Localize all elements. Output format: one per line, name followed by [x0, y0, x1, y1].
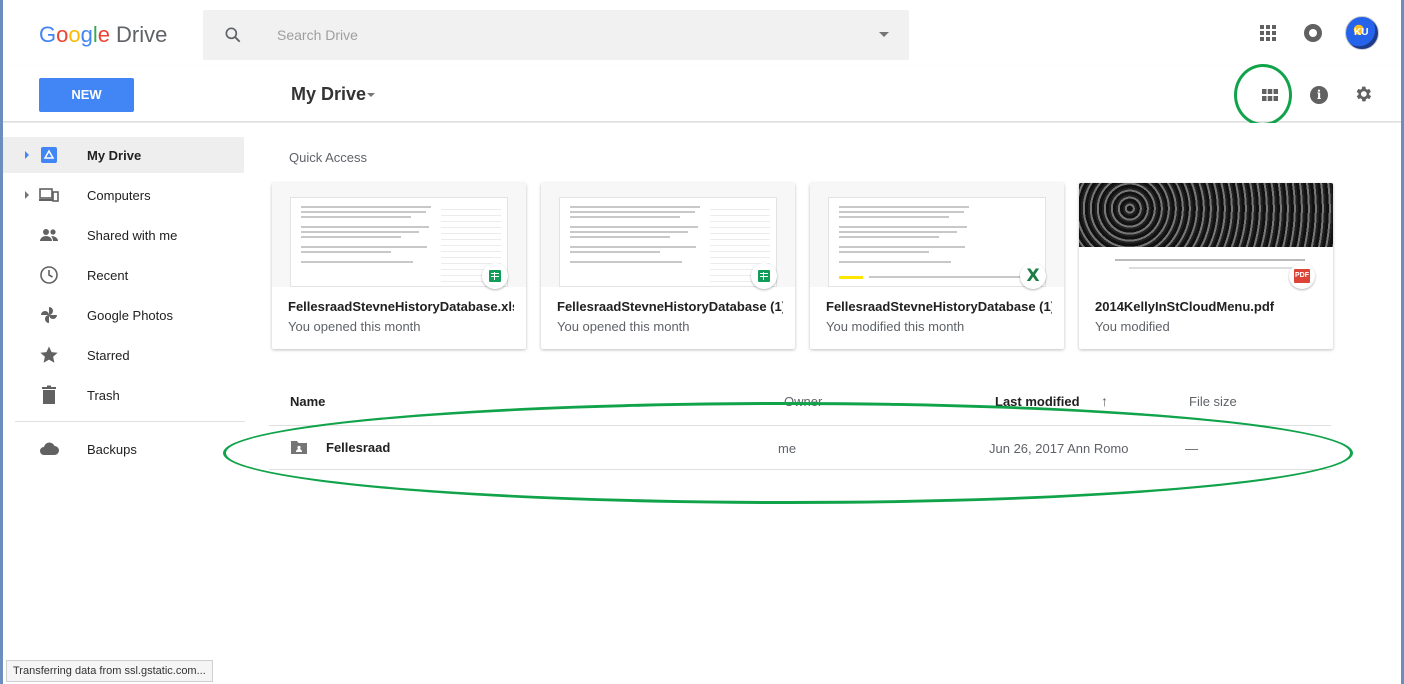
quick-access-card[interactable]: X FellesraadStevneHistoryDatabase (1)...…: [810, 183, 1064, 349]
drive-window: GoogleDrive Search Drive NEW My Drive i: [0, 0, 1404, 684]
pdf-icon: PDF: [1289, 263, 1315, 289]
sidebar-item-computers[interactable]: Computers: [3, 177, 244, 213]
chevron-down-icon[interactable]: [367, 93, 375, 97]
file-activity: You modified: [1095, 319, 1170, 334]
sidebar: My Drive Computers Shared with me Recent…: [3, 123, 269, 684]
drive-icon: [41, 147, 57, 163]
search-options-caret-icon[interactable]: [879, 32, 889, 37]
new-button[interactable]: NEW: [39, 78, 134, 112]
search-icon[interactable]: [223, 25, 243, 45]
quick-access-card[interactable]: PDF 2014KellyInStCloudMenu.pdf You modif…: [1079, 183, 1333, 349]
trash-icon: [42, 385, 56, 404]
search-bar[interactable]: Search Drive: [203, 10, 909, 60]
column-header-last-modified[interactable]: Last modified: [995, 394, 1080, 409]
search-input[interactable]: Search Drive: [277, 27, 358, 43]
file-name: FellesraadStevneHistoryDatabase (1)....: [557, 299, 783, 314]
sidebar-item-shared-with-me[interactable]: Shared with me: [3, 217, 244, 253]
expand-arrow-icon[interactable]: [25, 151, 29, 159]
main-content: Quick Access FellesraadStevneHistoryData…: [269, 123, 1401, 684]
sidebar-item-recent[interactable]: Recent: [3, 257, 244, 293]
cloud-icon: [40, 442, 59, 455]
column-header-owner[interactable]: Owner: [784, 394, 822, 409]
file-activity: You modified this month: [826, 319, 965, 334]
file-activity: You opened this month: [288, 319, 421, 334]
file-name: FellesraadStevneHistoryDatabase.xls: [288, 299, 514, 314]
sidebar-item-my-drive[interactable]: My Drive: [3, 137, 244, 173]
file-size: —: [1185, 441, 1198, 456]
sheets-icon: [482, 263, 508, 289]
quick-access-heading: Quick Access: [289, 150, 368, 165]
excel-icon: X: [1020, 263, 1046, 289]
file-last-modified: Jun 26, 2017 Ann Romo: [989, 441, 1129, 456]
gear-icon[interactable]: [1353, 84, 1373, 104]
pinwheel-icon: [41, 307, 57, 323]
quick-access-card[interactable]: FellesraadStevneHistoryDatabase (1).... …: [541, 183, 795, 349]
sidebar-item-trash[interactable]: Trash: [3, 377, 244, 413]
sidebar-divider: [15, 421, 245, 422]
star-icon: [40, 346, 58, 363]
file-name: FellesraadStevneHistoryDatabase (1)....: [826, 299, 1052, 314]
grid-view-icon[interactable]: [1262, 87, 1278, 103]
avatar[interactable]: [1345, 16, 1379, 50]
top-header: Google Drive Search Drive: [3, 0, 1401, 66]
sidebar-item-backups[interactable]: Backups: [3, 431, 244, 467]
page-title[interactable]: My Drive: [291, 84, 366, 105]
computers-icon: [39, 188, 59, 202]
sort-arrow-icon[interactable]: ↑: [1101, 393, 1108, 409]
toolbar: NEW My Drive i: [3, 66, 1401, 122]
sidebar-item-google-photos[interactable]: Google Photos: [3, 297, 244, 333]
browser-status-bar: Transferring data from ssl.gstatic.com..…: [6, 660, 213, 682]
column-header-file-size[interactable]: File size: [1189, 394, 1237, 409]
file-name: Fellesraad: [326, 440, 391, 455]
google-drive-logo[interactable]: Google Drive: [39, 22, 167, 48]
table-row[interactable]: Fellesraad me Jun 26, 2017 Ann Romo —: [269, 426, 1331, 470]
shared-icon: [40, 229, 58, 241]
column-header-name[interactable]: Name: [290, 394, 325, 409]
quick-access-card[interactable]: FellesraadStevneHistoryDatabase.xls You …: [272, 183, 526, 349]
apps-grid-icon[interactable]: [1260, 25, 1276, 41]
sheets-icon: [751, 263, 777, 289]
sidebar-item-starred[interactable]: Starred: [3, 337, 244, 373]
file-owner: me: [778, 441, 797, 456]
file-name: 2014KellyInStCloudMenu.pdf: [1095, 299, 1275, 314]
info-icon[interactable]: i: [1310, 86, 1328, 104]
expand-arrow-icon[interactable]: [25, 191, 29, 199]
file-activity: You opened this month: [557, 319, 690, 334]
clock-icon: [40, 266, 58, 284]
notifications-icon[interactable]: [1304, 24, 1322, 42]
shared-folder-icon: [291, 441, 307, 454]
